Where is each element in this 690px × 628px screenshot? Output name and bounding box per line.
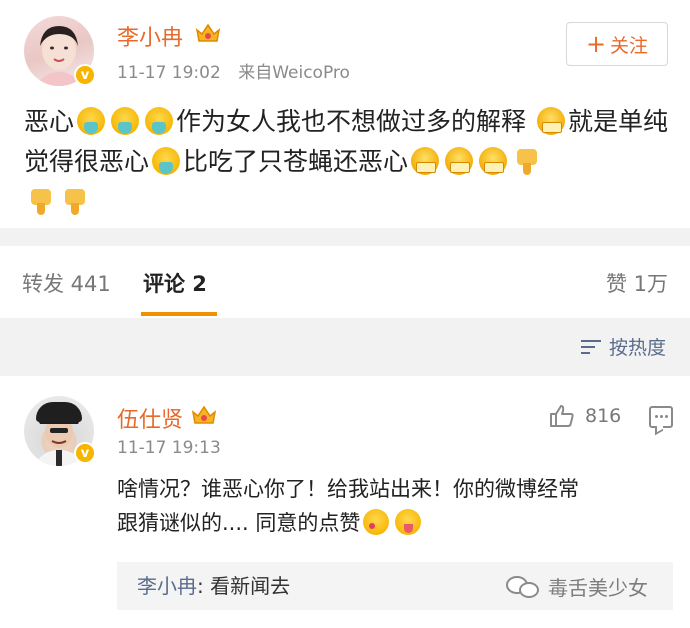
thumbs-down-emoji-icon <box>61 187 89 215</box>
section-divider <box>0 228 690 246</box>
blowing-kiss-emoji-icon <box>363 509 390 535</box>
reply-text: 看新闻去 <box>210 574 291 598</box>
winking-tongue-emoji-icon <box>395 509 422 535</box>
post-source[interactable]: 来自WeicoPro <box>238 63 350 83</box>
like-count: 816 <box>585 405 622 427</box>
angry-grimace-emoji-icon <box>479 147 508 175</box>
post-meta: 11-17 19:02 来自WeicoPro <box>117 58 350 83</box>
verified-badge-icon: v <box>74 442 96 464</box>
vip-crown-icon <box>195 23 221 42</box>
comment-body: 啥情况？谁恶心你了！给我站出来！你的微博经常 跟猜谜似的.... 同意的点赞 <box>117 472 667 540</box>
vip-crown-icon <box>191 405 217 424</box>
tab-comments[interactable]: 评论 2 <box>143 268 207 298</box>
angry-grimace-emoji-icon <box>536 107 565 135</box>
angry-grimace-emoji-icon <box>411 147 440 175</box>
angry-grimace-emoji-icon <box>445 147 474 175</box>
tab-repost[interactable]: 转发 441 <box>22 268 111 298</box>
reply-separator: : <box>197 574 211 598</box>
commenter-name[interactable]: 伍仕贤 <box>117 402 183 434</box>
watermark: 毒舌美少女 <box>506 572 648 601</box>
post-tabs: 转发 441 评论 2 赞 1万 <box>0 246 690 318</box>
post-text-part: 作为女人我也不想做过多的解释 <box>176 107 527 136</box>
thumbs-up-icon <box>550 405 574 427</box>
comment-text-line: 跟猜谜似的.... 同意的点赞 <box>117 511 361 535</box>
post-card: v 李小冉 11-17 19:02 来自WeicoPro + 关注 恶心 作为女人… <box>0 0 690 228</box>
reply-author[interactable]: 李小冉 <box>137 574 197 598</box>
verified-badge-icon: v <box>74 64 96 86</box>
sort-label: 按热度 <box>608 337 666 359</box>
vomit-emoji-icon <box>77 107 106 135</box>
wechat-icon <box>506 574 542 600</box>
watermark-text: 毒舌美少女 <box>548 576 648 600</box>
follow-button[interactable]: + 关注 <box>566 22 668 66</box>
sort-by-hot-button[interactable]: 按热度 <box>580 333 666 360</box>
sort-lines-icon <box>580 338 603 356</box>
comment-item: v 伍仕贤 11-17 19:13 816 啥情况？谁恶心你了！给我站出来！你的… <box>0 376 690 628</box>
thumbs-down-emoji-icon <box>513 147 541 175</box>
post-body: 恶心 作为女人我也不想做过多的解释 就是单纯觉得很恶心 比吃了只苍蝇还恶心 <box>24 102 674 222</box>
vomit-emoji-icon <box>145 107 174 135</box>
comment-time: 11-17 19:13 <box>117 438 221 458</box>
thumbs-down-emoji-icon <box>27 187 55 215</box>
active-tab-indicator <box>141 312 217 316</box>
follow-label: 关注 <box>610 34 649 57</box>
post-text-part: 恶心 <box>24 107 75 136</box>
comment-text-line: 啥情况？谁恶心你了！给我站出来！你的微博经常 <box>117 477 579 501</box>
vomit-emoji-icon <box>111 107 140 135</box>
comment-bubble-icon[interactable] <box>649 406 673 428</box>
post-author-name[interactable]: 李小冉 <box>117 20 183 52</box>
vomit-emoji-icon <box>152 147 181 175</box>
plus-icon: + <box>585 30 607 58</box>
post-text-part: 比吃了只苍蝇还恶心 <box>183 147 409 176</box>
tab-likes[interactable]: 赞 1万 <box>606 268 668 298</box>
sort-bar: 按热度 <box>0 318 690 376</box>
post-time: 11-17 19:02 <box>117 63 221 83</box>
comment-like-button[interactable]: 816 <box>549 404 621 428</box>
